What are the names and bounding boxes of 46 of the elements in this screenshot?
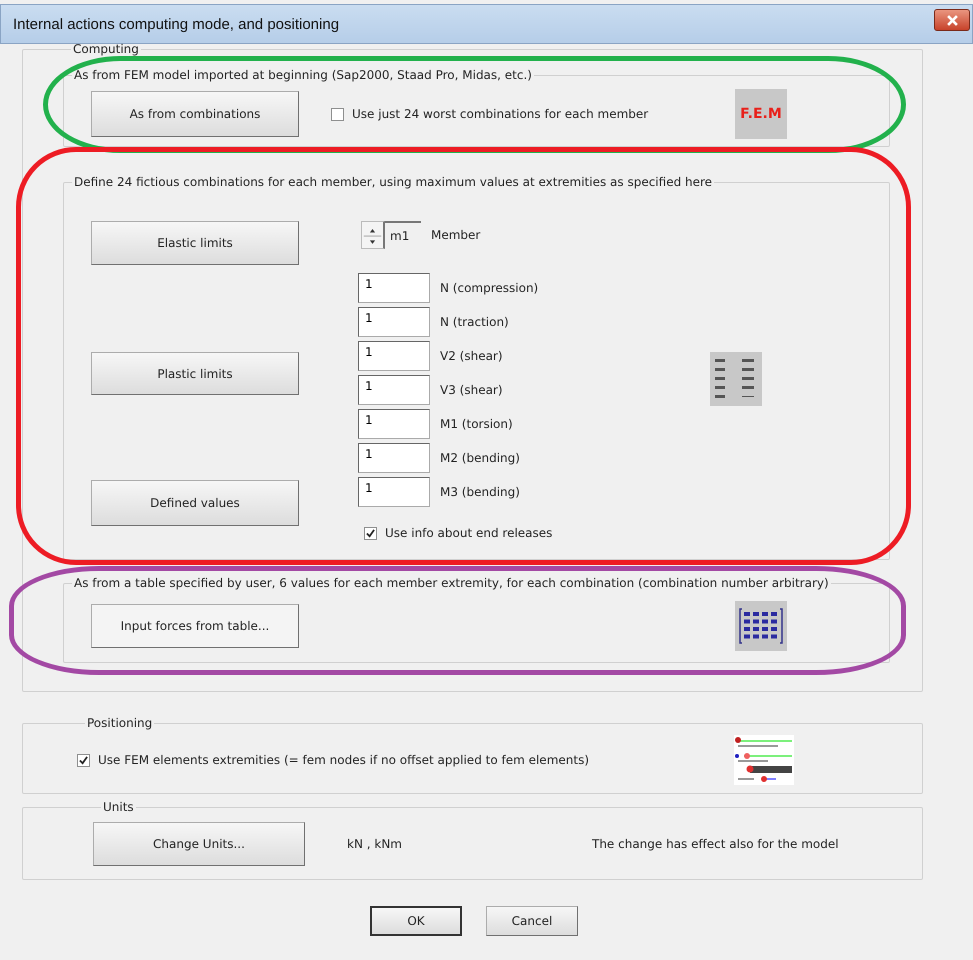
table-icon — [735, 601, 787, 651]
group-label: As from a table specified by user, 6 values for each member extremity, for each combination (combination number arbitrary) — [73, 576, 830, 590]
value-field[interactable]: 1 — [358, 443, 430, 473]
field-label: N (compression) — [440, 281, 538, 295]
dialog-button[interactable]: Cancel — [486, 906, 578, 936]
input-forces-button[interactable]: Input forces from table... — [91, 604, 299, 648]
member-label: Member — [431, 228, 480, 242]
checkbox[interactable] — [331, 108, 344, 120]
offset-drawing — [734, 735, 794, 785]
group-label: Computing — [72, 42, 140, 56]
combinations-button[interactable]: As from combinations — [91, 91, 299, 137]
field-label: V3 (shear) — [440, 383, 503, 397]
group-label: Positioning — [86, 716, 154, 730]
value-field[interactable]: 1 — [358, 409, 430, 439]
window-title: Internal actions computing mode, and positioning — [13, 16, 340, 32]
dialog-button[interactable]: OK — [370, 906, 462, 936]
field-label: N (traction) — [440, 315, 509, 329]
legend-drawing — [710, 352, 762, 406]
checkbox-label: Use just 24 worst combinations for each member — [352, 107, 648, 121]
checkbox[interactable] — [77, 754, 90, 766]
value-field[interactable]: 1 — [358, 341, 430, 371]
member-field[interactable]: m1 — [385, 221, 421, 249]
field-label: M1 (torsion) — [440, 417, 513, 431]
value-field[interactable]: 1 — [358, 477, 430, 507]
field-label: M2 (bending) — [440, 451, 520, 465]
group-label: Define 24 fictious combinations for each member, using maximum values at extremities as specified here — [73, 175, 714, 189]
group-label: Units — [102, 800, 135, 814]
limits-button[interactable]: Elastic limits — [91, 221, 299, 265]
limits-button[interactable]: Plastic limits — [91, 352, 299, 395]
value-field[interactable]: 1 — [358, 375, 430, 405]
value-field[interactable]: 1 — [358, 273, 430, 303]
field-label: M3 (bending) — [440, 485, 520, 499]
close-button[interactable] — [934, 9, 970, 31]
checkbox-label: Use FEM elements extremities (= fem nodes if no offset applied to fem elements) — [98, 753, 590, 767]
fem-badge: F.E.M — [735, 89, 787, 139]
change-units-button[interactable]: Change Units... — [93, 822, 305, 866]
field-label: V2 (shear) — [440, 349, 503, 363]
units-note: The change has effect also for the model — [592, 837, 839, 851]
checkbox[interactable] — [364, 526, 377, 540]
limits-button[interactable]: Defined values — [91, 480, 299, 526]
checkbox-label: Use info about end releases — [385, 526, 552, 540]
units-text: kN , kNm — [347, 837, 402, 851]
value-field[interactable]: 1 — [358, 307, 430, 337]
close-icon — [946, 14, 958, 26]
spin-button[interactable] — [361, 221, 385, 249]
group-label: As from FEM model imported at beginning (Sap2000, Staad Pro, Midas, etc.) — [73, 68, 533, 82]
